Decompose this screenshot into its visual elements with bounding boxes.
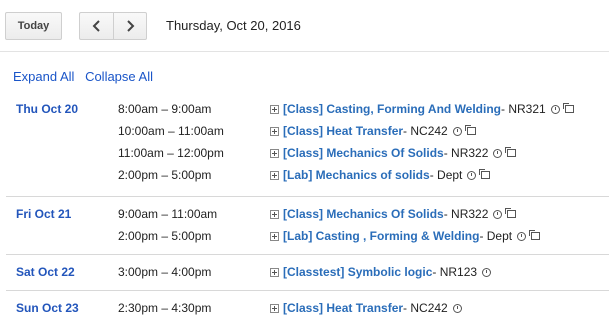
copy-icon: [479, 169, 491, 179]
event-link[interactable]: [Class] Mechanics Of Solids: [283, 146, 444, 160]
event-row: 2:00pm – 5:00pm [Lab] Mechanics of solids…: [6, 168, 609, 190]
alarm-clock-icon: [493, 148, 503, 158]
event-link[interactable]: [Class] Casting, Forming And Welding: [283, 102, 501, 116]
event-location: - NC242: [403, 124, 448, 138]
event-time: 2:00pm – 5:00pm: [118, 229, 212, 243]
event-link[interactable]: [Class] Mechanics Of Solids: [283, 207, 444, 221]
event-link[interactable]: [Class] Heat Transfer: [283, 124, 403, 138]
today-button[interactable]: Today: [5, 12, 62, 40]
event-title: [Classtest] Symbolic logic - NR123: [270, 265, 492, 279]
event-link[interactable]: [Classtest] Symbolic logic: [283, 265, 432, 279]
toolbar-divider: [0, 51, 609, 52]
event-title: [Lab] Casting , Forming & Welding - Dept: [270, 229, 541, 243]
day-group: Sat Oct 22 3:00pm – 4:00pm [Classtest] Sym…: [6, 254, 609, 287]
toolbar: Today Thursday, Oct 20, 2016: [0, 0, 609, 52]
event-row: 8:00am – 9:00am [Class] Casting, Forming …: [6, 102, 609, 124]
event-time: 2:30pm – 4:30pm: [118, 301, 212, 315]
alarm-clock-icon: [493, 209, 503, 219]
event-time: 2:00pm – 5:00pm: [118, 168, 212, 182]
next-button[interactable]: [113, 12, 147, 40]
expand-plus-icon[interactable]: [270, 170, 279, 180]
event-location: - NR321: [501, 102, 546, 116]
copy-icon: [529, 230, 541, 240]
alarm-clock-icon: [452, 303, 462, 313]
expand-plus-icon[interactable]: [270, 303, 279, 313]
event-row: 3:00pm – 4:00pm [Classtest] Symbolic logi…: [6, 265, 609, 287]
event-location: - Dept: [479, 229, 513, 243]
alarm-clock-icon: [452, 126, 462, 136]
copy-icon: [464, 125, 476, 135]
copy-icon: [505, 147, 517, 157]
event-time: 10:00am – 11:00am: [118, 124, 224, 138]
expand-all-link[interactable]: Expand All: [13, 69, 74, 84]
event-row: 9:00am – 11:00am [Class] Mechanics Of Sol…: [6, 207, 609, 229]
day-group: Thu Oct 20 8:00am – 9:00am [Class] Casting…: [6, 92, 609, 190]
alarm-clock-icon: [467, 170, 477, 180]
expand-plus-icon[interactable]: [270, 267, 279, 277]
chevron-left-icon: [92, 20, 100, 32]
expand-plus-icon[interactable]: [270, 104, 279, 114]
event-link[interactable]: [Lab] Casting , Forming & Welding: [283, 229, 479, 243]
event-location: - NR123: [432, 265, 478, 279]
event-link[interactable]: [Lab] Mechanics of solids: [283, 168, 430, 182]
event-title: [Class] Casting, Forming And Welding - N…: [270, 102, 574, 116]
expand-plus-icon[interactable]: [270, 126, 279, 136]
day-group: Fri Oct 21 9:00am – 11:00am [Class] Mechan…: [6, 196, 609, 251]
event-row: 2:00pm – 5:00pm [Lab] Casting , Forming &…: [6, 229, 609, 251]
copy-icon: [562, 103, 574, 113]
collapse-all-link[interactable]: Collapse All: [85, 69, 153, 84]
expand-collapse-links: Expand All Collapse All: [13, 69, 160, 84]
event-location: - Dept: [429, 168, 463, 182]
event-time: 3:00pm – 4:00pm: [118, 265, 212, 279]
expand-plus-icon[interactable]: [270, 231, 279, 241]
event-link[interactable]: [Class] Heat Transfer: [283, 301, 403, 315]
event-title: [Class] Heat Transfer - NC242: [270, 301, 462, 315]
event-title: [Class] Heat Transfer - NC242: [270, 124, 476, 138]
expand-plus-icon[interactable]: [270, 148, 279, 158]
event-title: [Lab] Mechanics of solids - Dept: [270, 168, 491, 182]
copy-icon: [505, 208, 517, 218]
alarm-clock-icon: [482, 267, 492, 277]
prev-button[interactable]: [79, 12, 113, 40]
event-time: 8:00am – 9:00am: [118, 102, 212, 116]
chevron-right-icon: [127, 20, 135, 32]
event-time: 9:00am – 11:00am: [118, 207, 218, 221]
alarm-clock-icon: [550, 104, 560, 114]
current-date-label: Thursday, Oct 20, 2016: [166, 18, 301, 33]
expand-plus-icon[interactable]: [270, 209, 279, 219]
event-title: [Class] Mechanics Of Solids - NR322: [270, 207, 517, 221]
event-title: [Class] Mechanics Of Solids - NR322: [270, 146, 517, 160]
event-location: - NR322: [443, 207, 489, 221]
event-location: - NR322: [443, 146, 489, 160]
event-row: 11:00am – 12:00pm [Class] Mechanics Of So…: [6, 146, 609, 168]
event-row: 2:30pm – 4:30pm [Class] Heat Transfer - N…: [6, 301, 609, 323]
event-location: - NC242: [403, 301, 448, 315]
alarm-clock-icon: [517, 231, 527, 241]
day-group: Sun Oct 23 2:30pm – 4:30pm [Class] Heat Tr…: [6, 290, 609, 323]
event-time: 11:00am – 12:00pm: [118, 146, 224, 160]
event-row: 10:00am – 11:00am [Class] Heat Transfer -…: [6, 124, 609, 146]
